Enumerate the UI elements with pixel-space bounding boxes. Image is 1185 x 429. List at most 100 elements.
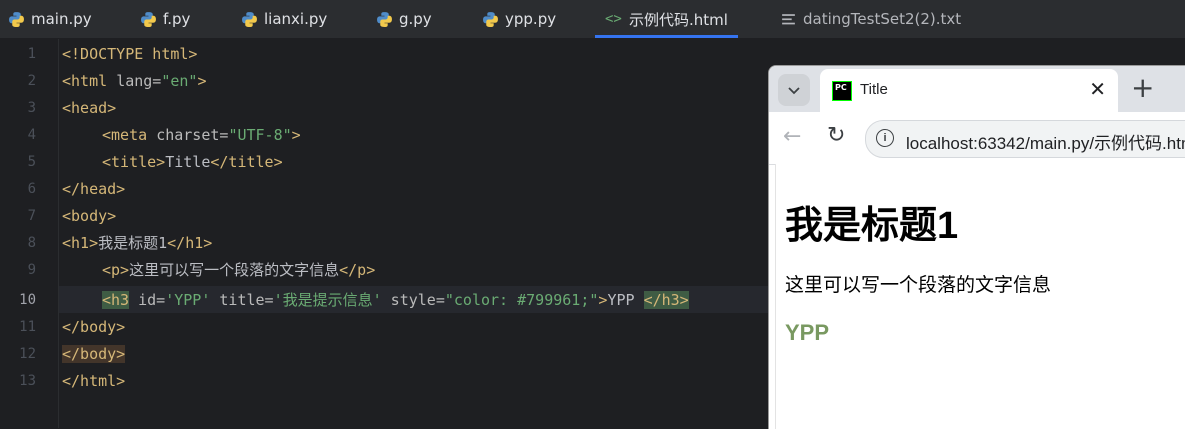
code-line-5: <title>Title</title>	[62, 149, 283, 176]
code-token: >	[291, 126, 301, 144]
close-icon[interactable]: ✕	[1089, 79, 1106, 99]
code-token: </body>	[62, 345, 126, 363]
code-token: </p>	[339, 261, 376, 279]
line-number: 2	[27, 73, 36, 89]
line-number: 8	[27, 235, 36, 251]
code-token: "en"	[161, 72, 198, 90]
code-line-10: <h3 id='YPP' title='我是提示信息' style="color…	[62, 287, 689, 314]
code-line-3: <head>	[62, 95, 116, 122]
python-icon	[9, 11, 24, 27]
page-heading-h3: YPP	[785, 320, 830, 345]
code-line-1: <!DOCTYPE html>	[62, 41, 197, 68]
info-icon[interactable]: i	[876, 129, 894, 147]
code-token: <meta	[102, 126, 157, 144]
browser-toolbar: ← ↻ i localhost:63342/main.py/示例代码.html	[769, 112, 1185, 165]
code-token: "UTF-8"	[228, 126, 292, 144]
url-text[interactable]: localhost:63342/main.py/示例代码.html	[906, 129, 1185, 154]
tab-search-button[interactable]	[778, 74, 810, 106]
tab-label: lianxi.py	[264, 10, 328, 28]
new-tab-icon[interactable]: +	[1131, 73, 1154, 103]
code-token: <h1>	[62, 234, 99, 252]
page-viewport: 我是标题1 这里可以写一个段落的文字信息 YPP	[775, 164, 1185, 429]
code-token: <p>	[102, 261, 130, 279]
python-icon	[242, 11, 257, 27]
browser-tab-strip: PC Title ✕ +	[769, 66, 1185, 112]
line-number: 1	[27, 46, 36, 62]
code-token: 这里可以写一个段落的文字信息	[129, 261, 340, 279]
tab-txt-file[interactable]: datingTestSet2(2).txt	[780, 0, 961, 38]
code-token: '我是提示信息'	[273, 291, 382, 309]
code-token: YPP	[607, 291, 644, 309]
code-line-4: <meta charset="UTF-8">	[62, 122, 301, 149]
line-number: 4	[27, 127, 36, 143]
code-token: title=	[210, 291, 274, 309]
line-number: 13	[19, 373, 36, 389]
code-token: h3	[111, 291, 130, 309]
html-icon: <>	[605, 10, 622, 27]
tab-g-py[interactable]: g.py	[376, 0, 432, 38]
code-token: </html>	[62, 372, 126, 390]
tab-main-py[interactable]: main.py	[8, 0, 92, 38]
pycharm-favicon-icon: PC	[832, 81, 852, 101]
line-number: 7	[27, 208, 36, 224]
python-icon	[483, 11, 498, 27]
line-number: 11	[19, 319, 36, 335]
line-number-gutter: 1 2 3 4 5 6 7 8 9 10 11 12 13	[0, 39, 59, 428]
tab-ypp-py[interactable]: ypp.py	[482, 0, 556, 38]
editor-tab-bar: main.py f.py lianxi.py g.py ypp.py <> 示例…	[0, 0, 1185, 39]
code-token: <title>	[102, 153, 166, 171]
text-file-icon	[782, 13, 795, 24]
code-token: charset=	[156, 126, 229, 144]
browser-tab[interactable]: PC Title ✕	[820, 69, 1118, 112]
address-bar[interactable]: i localhost:63342/main.py/示例代码.html	[865, 120, 1185, 158]
tab-lianxi-py[interactable]: lianxi.py	[241, 0, 327, 38]
back-arrow-icon[interactable]: ←	[783, 124, 801, 149]
browser-tab-title: Title	[860, 81, 888, 98]
code-token: <	[102, 291, 112, 309]
line-number: 5	[27, 154, 36, 170]
browser-window: PC Title ✕ + ← ↻ i localhost:63342/main.…	[768, 65, 1185, 429]
tab-label: g.py	[399, 10, 432, 28]
tab-label: main.py	[31, 10, 92, 28]
code-line-12: </body>	[62, 341, 126, 368]
code-token: 'YPP'	[165, 291, 211, 309]
code-token: </body>	[62, 318, 126, 336]
code-line-13: </html>	[62, 368, 125, 395]
tab-label: 示例代码.html	[629, 10, 728, 29]
page-heading-h1: 我是标题1	[785, 205, 959, 247]
chevron-down-icon	[788, 87, 800, 95]
code-token: "color: #799961;"	[444, 291, 599, 309]
code-line-6: </head>	[62, 176, 125, 203]
code-token: lang=	[116, 72, 162, 90]
line-number: 12	[19, 346, 36, 362]
page-paragraph: 这里可以写一个段落的文字信息	[785, 275, 1052, 296]
code-token: </h1>	[167, 234, 213, 252]
reload-icon[interactable]: ↻	[827, 123, 845, 148]
line-number: 3	[27, 100, 36, 116]
code-token: Title	[165, 153, 211, 171]
tab-label: ypp.py	[505, 10, 557, 28]
tab-label: datingTestSet2(2).txt	[803, 10, 962, 28]
code-token: <!DOCTYPE html>	[62, 45, 198, 63]
code-line-7: <body>	[62, 203, 116, 230]
code-line-9: <p>这里可以写一个段落的文字信息</p>	[62, 257, 375, 284]
code-token: id=	[129, 291, 166, 309]
code-token: 我是标题1	[98, 234, 168, 252]
tab-html-file[interactable]: <> 示例代码.html	[595, 0, 738, 38]
code-token: <body>	[62, 207, 117, 225]
code-token: </title>	[210, 153, 283, 171]
code-line-8: <h1>我是标题1</h1>	[62, 230, 212, 257]
tab-label: f.py	[163, 10, 191, 28]
python-icon	[141, 11, 156, 27]
code-token: <html	[62, 72, 117, 90]
code-token: style=	[381, 291, 445, 309]
line-number: 10	[19, 292, 36, 308]
code-token: <head>	[62, 99, 117, 117]
code-token: >	[197, 72, 207, 90]
code-line-11: </body>	[62, 314, 125, 341]
line-number: 6	[27, 181, 36, 197]
line-number: 9	[27, 262, 36, 278]
code-line-2: <html lang="en">	[62, 68, 207, 95]
tab-f-py[interactable]: f.py	[140, 0, 190, 38]
python-icon	[377, 11, 392, 27]
